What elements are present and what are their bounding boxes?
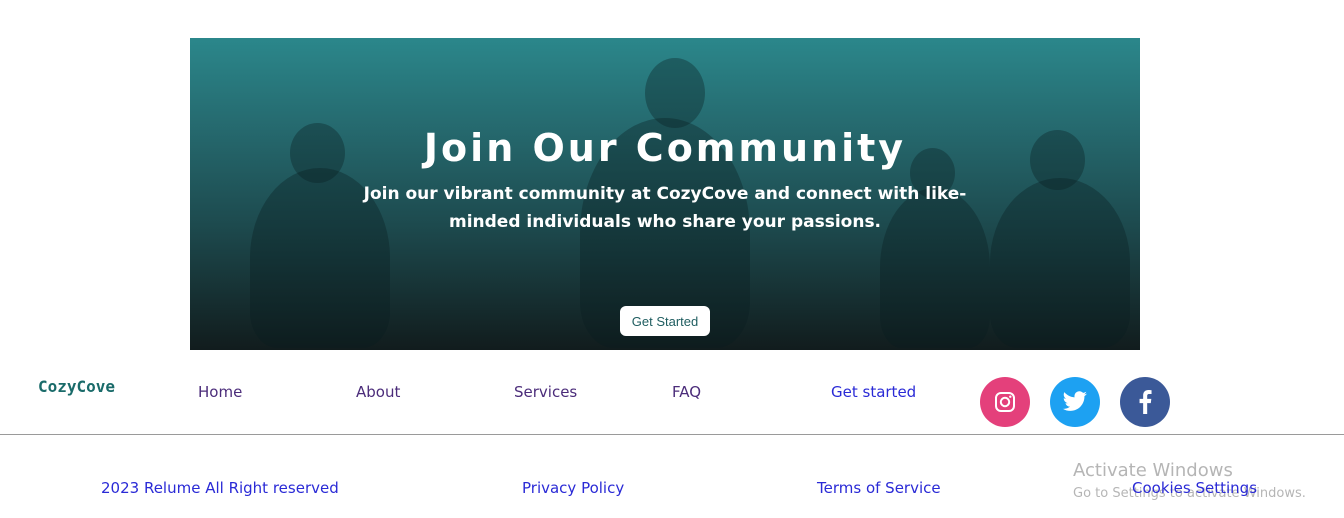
hero-banner: Join Our Community Join our vibrant comm…	[190, 38, 1140, 350]
nav-home[interactable]: Home	[198, 383, 242, 401]
brand-logo[interactable]: CozyCove	[38, 377, 115, 396]
nav-get-started[interactable]: Get started	[831, 383, 916, 401]
nav-services[interactable]: Services	[514, 383, 577, 401]
cookies-settings-link[interactable]: Cookies Settings	[1132, 479, 1257, 497]
twitter-button[interactable]	[1050, 377, 1100, 427]
hero-title: Join Our Community	[423, 126, 907, 170]
facebook-icon	[1139, 390, 1152, 414]
terms-of-service-link[interactable]: Terms of Service	[817, 479, 941, 497]
twitter-icon	[1062, 391, 1087, 411]
privacy-policy-link[interactable]: Privacy Policy	[522, 479, 624, 497]
instagram-button[interactable]	[980, 377, 1030, 427]
page: Join Our Community Join our vibrant comm…	[0, 0, 1344, 518]
copyright-text: 2023 Relume All Right reserved	[101, 479, 339, 497]
nav-about[interactable]: About	[356, 383, 400, 401]
nav-faq[interactable]: FAQ	[672, 383, 701, 401]
hero-figure	[990, 178, 1130, 348]
hero-figure-head	[645, 58, 705, 128]
instagram-icon	[995, 392, 1015, 412]
activate-windows-title: Activate Windows	[1073, 460, 1233, 481]
facebook-button[interactable]	[1120, 377, 1170, 427]
hero-subtitle: Join our vibrant community at CozyCove a…	[363, 184, 967, 232]
footer-divider	[0, 434, 1344, 435]
get-started-button[interactable]: Get Started	[620, 306, 710, 336]
